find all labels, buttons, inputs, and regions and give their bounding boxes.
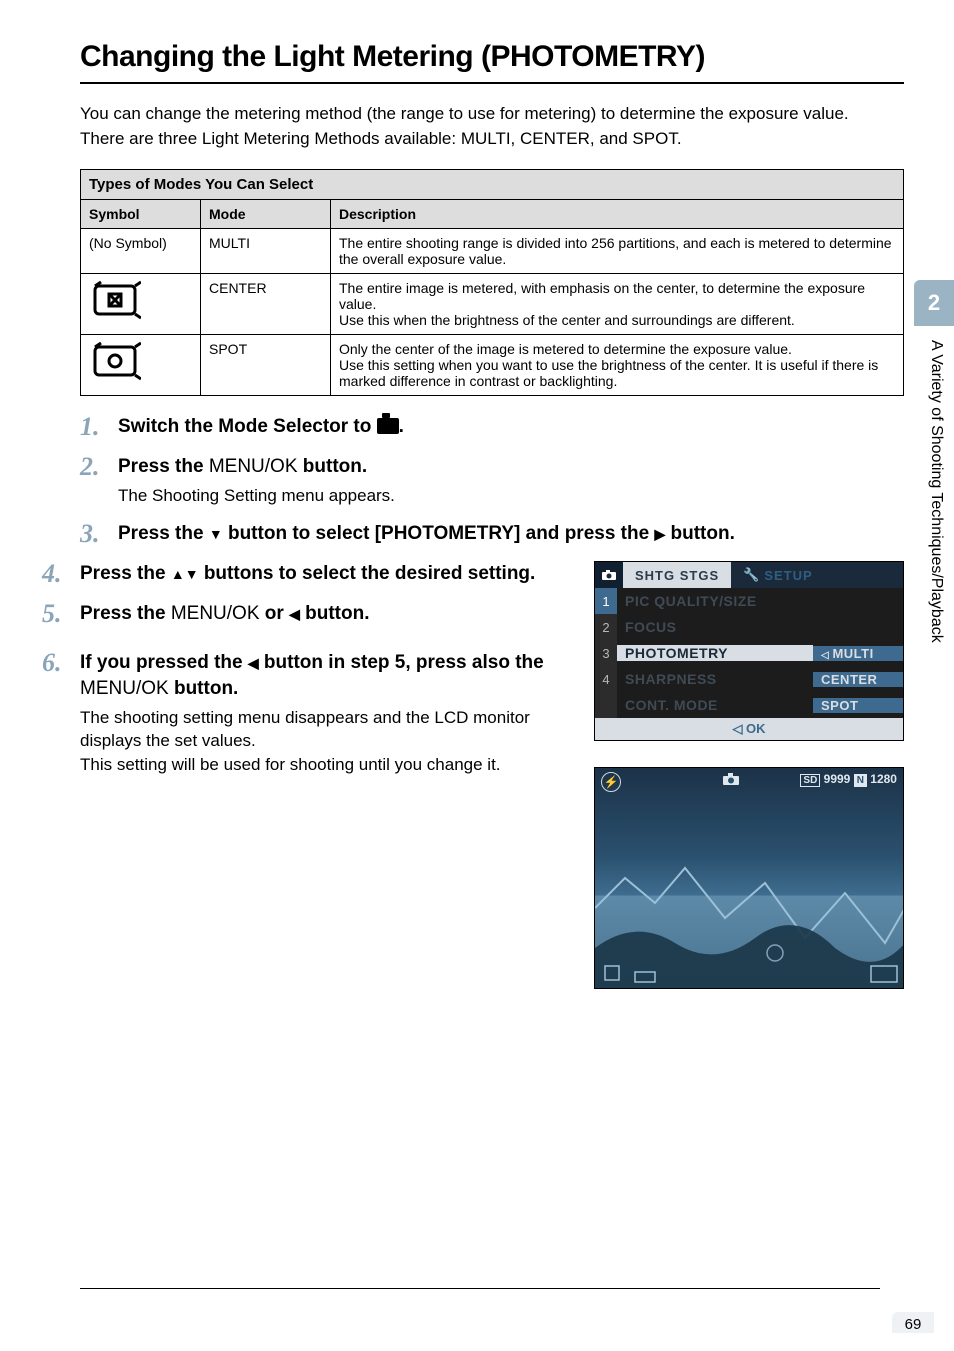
menu-ok-label: MENU/OK (209, 456, 298, 477)
preview-status: SD 9999 N 1280 (800, 772, 897, 792)
menu-value-spot: SPOT (813, 698, 903, 713)
step4-post: buttons to select the desired setting. (199, 563, 536, 584)
desc-center: The entire image is metered, with emphas… (331, 274, 904, 335)
th-mode: Mode (201, 200, 331, 229)
ok-bar: ◁ OK (595, 718, 903, 740)
tab-shtg-stgs: SHTG STGS (623, 562, 731, 588)
menu-num (595, 692, 617, 718)
table-row: (No Symbol) MULTI The entire shooting ra… (81, 229, 904, 274)
menu-ok-label: MENU/OK (171, 603, 260, 624)
right-arrow-icon (654, 523, 665, 544)
lcd-preview-screenshot: ⚡ SD 9999 N 1280 (594, 767, 904, 989)
step5-post: button. (300, 603, 370, 624)
menu-label: CONT. MODE (617, 697, 813, 713)
step2-pre: Press the (118, 456, 209, 477)
footer-rule (80, 1288, 880, 1289)
menu-value-multi: ◁ MULTI (813, 646, 903, 661)
left-arrow-icon (248, 652, 259, 673)
menu-row: 3 PHOTOMETRY ◁ MULTI (595, 640, 903, 666)
menu-num: 3 (595, 640, 617, 666)
table-row: SPOT Only the center of the image is met… (81, 335, 904, 396)
camera-indicator-icon (722, 772, 740, 792)
up-arrow-icon (171, 563, 185, 584)
step3-post: button. (665, 523, 735, 544)
step1-pre: Switch the Mode Selector to (118, 416, 377, 437)
menu-row: CONT. MODE SPOT (595, 692, 903, 718)
menu-num: 1 (595, 588, 617, 614)
step6-post: button. (169, 678, 239, 699)
wrench-icon: 🔧 (743, 567, 760, 583)
intro-text: You can change the metering method (the … (80, 102, 904, 151)
menu-num: 2 (595, 614, 617, 640)
desc-multi: The entire shooting range is divided int… (331, 229, 904, 274)
lcd-menu-screenshot: SHTG STGS 🔧 SETUP 1 PIC QUALITY/SIZE (594, 561, 904, 741)
table-row: CENTER The entire image is metered, with… (81, 274, 904, 335)
step6-mid: button in step 5, press also the (259, 652, 544, 673)
menu-row: 2 FOCUS (595, 614, 903, 640)
step1-post: . (399, 416, 404, 437)
menu-num: 4 (595, 666, 617, 692)
menu-label: FOCUS (617, 619, 813, 635)
step4-pre: Press the (80, 563, 171, 584)
menu-row: 4 SHARPNESS CENTER (595, 666, 903, 692)
step5-pre: Press the (80, 603, 171, 624)
step-3: Press the button to select [PHOTOMETRY] … (80, 521, 904, 547)
table-caption: Types of Modes You Can Select (81, 170, 904, 200)
step2-post: button. (298, 456, 368, 477)
down-arrow-icon (209, 523, 223, 544)
chapter-number: 2 (914, 280, 954, 326)
menu-label: PIC QUALITY/SIZE (617, 593, 813, 609)
left-arrow-icon (289, 603, 300, 624)
tab-setup: 🔧 SETUP (731, 562, 825, 588)
symbol-none: (No Symbol) (81, 229, 201, 274)
mode-spot: SPOT (201, 335, 331, 396)
flash-icon: ⚡ (601, 772, 621, 792)
desc-spot: Only the center of the image is metered … (331, 335, 904, 396)
menu-value-center: CENTER (813, 672, 903, 687)
side-chapter-tab: 2 A Variety of Shooting Techniques/Playb… (914, 280, 954, 1040)
menu-label-photometry: PHOTOMETRY (617, 645, 813, 661)
modes-table: Types of Modes You Can Select Symbol Mod… (80, 169, 904, 396)
step-2: Press the MENU/OK button. The Shooting S… (80, 454, 904, 507)
menu-ok-label: MENU/OK (80, 678, 169, 699)
step5-mid: or (260, 603, 290, 624)
th-desc: Description (331, 200, 904, 229)
step-4-5-6-wrap: 4. Press the buttons to select the desir… (80, 561, 904, 989)
chapter-title: A Variety of Shooting Techniques/Playbac… (914, 326, 954, 1040)
step2-body: The Shooting Setting menu appears. (118, 484, 904, 508)
camera-tab-icon (595, 562, 623, 588)
center-metering-icon (81, 274, 201, 335)
mode-multi: MULTI (201, 229, 331, 274)
step3-mid: button to select [PHOTOMETRY] and press … (223, 523, 655, 544)
camera-mode-icon (377, 418, 399, 434)
mode-center: CENTER (201, 274, 331, 335)
steps-list: Switch the Mode Selector to . Press the … (80, 414, 904, 989)
page-number: 69 (892, 1312, 934, 1333)
page-title: Changing the Light Metering (PHOTOMETRY) (80, 40, 904, 84)
menu-label: SHARPNESS (617, 671, 813, 687)
tab-setup-label: SETUP (764, 568, 812, 583)
menu-row: 1 PIC QUALITY/SIZE (595, 588, 903, 614)
intro-line-2: There are three Light Metering Methods a… (80, 129, 682, 148)
step3-pre: Press the (118, 523, 209, 544)
intro-line-1: You can change the metering method (the … (80, 104, 849, 123)
step-1: Switch the Mode Selector to . (80, 414, 904, 440)
th-symbol: Symbol (81, 200, 201, 229)
step6-body: The shooting setting menu disappears and… (80, 706, 576, 777)
step6-pre: If you pressed the (80, 652, 248, 673)
down-arrow-icon (185, 563, 199, 584)
spot-metering-icon (81, 335, 201, 396)
